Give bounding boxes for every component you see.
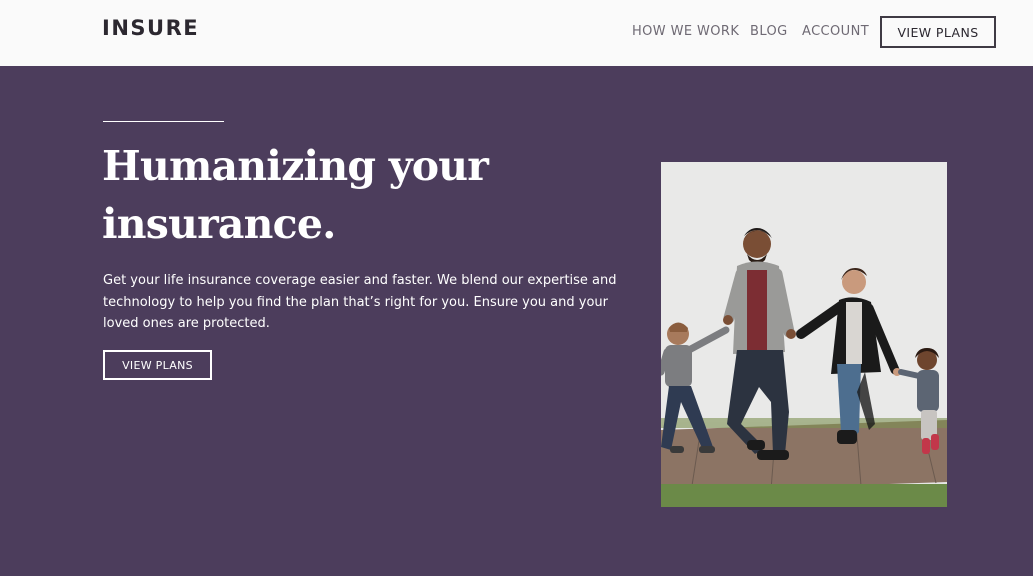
logo[interactable]: INSURE <box>102 16 199 40</box>
nav-link-blog[interactable]: BLOG <box>750 24 788 39</box>
site-header: INSURE HOW WE WORK BLOG ACCOUNT VIEW PLA… <box>0 0 1033 66</box>
family-illustration <box>661 162 947 507</box>
hero-title-line-1: Humanizing your <box>102 142 489 190</box>
nav-link-account[interactable]: ACCOUNT <box>802 24 869 39</box>
hero-title-line-2: insurance. <box>102 200 336 248</box>
hero-description: Get your life insurance coverage easier … <box>103 273 617 331</box>
header-view-plans-button[interactable]: VIEW PLANS <box>880 16 996 48</box>
hero-divider <box>103 121 224 122</box>
hero-title: Humanizing your insurance. <box>102 137 562 253</box>
hero-family-photo <box>661 162 947 507</box>
nav-link-how-we-work[interactable]: HOW WE WORK <box>632 24 739 39</box>
hero-view-plans-button[interactable]: VIEW PLANS <box>103 350 212 380</box>
